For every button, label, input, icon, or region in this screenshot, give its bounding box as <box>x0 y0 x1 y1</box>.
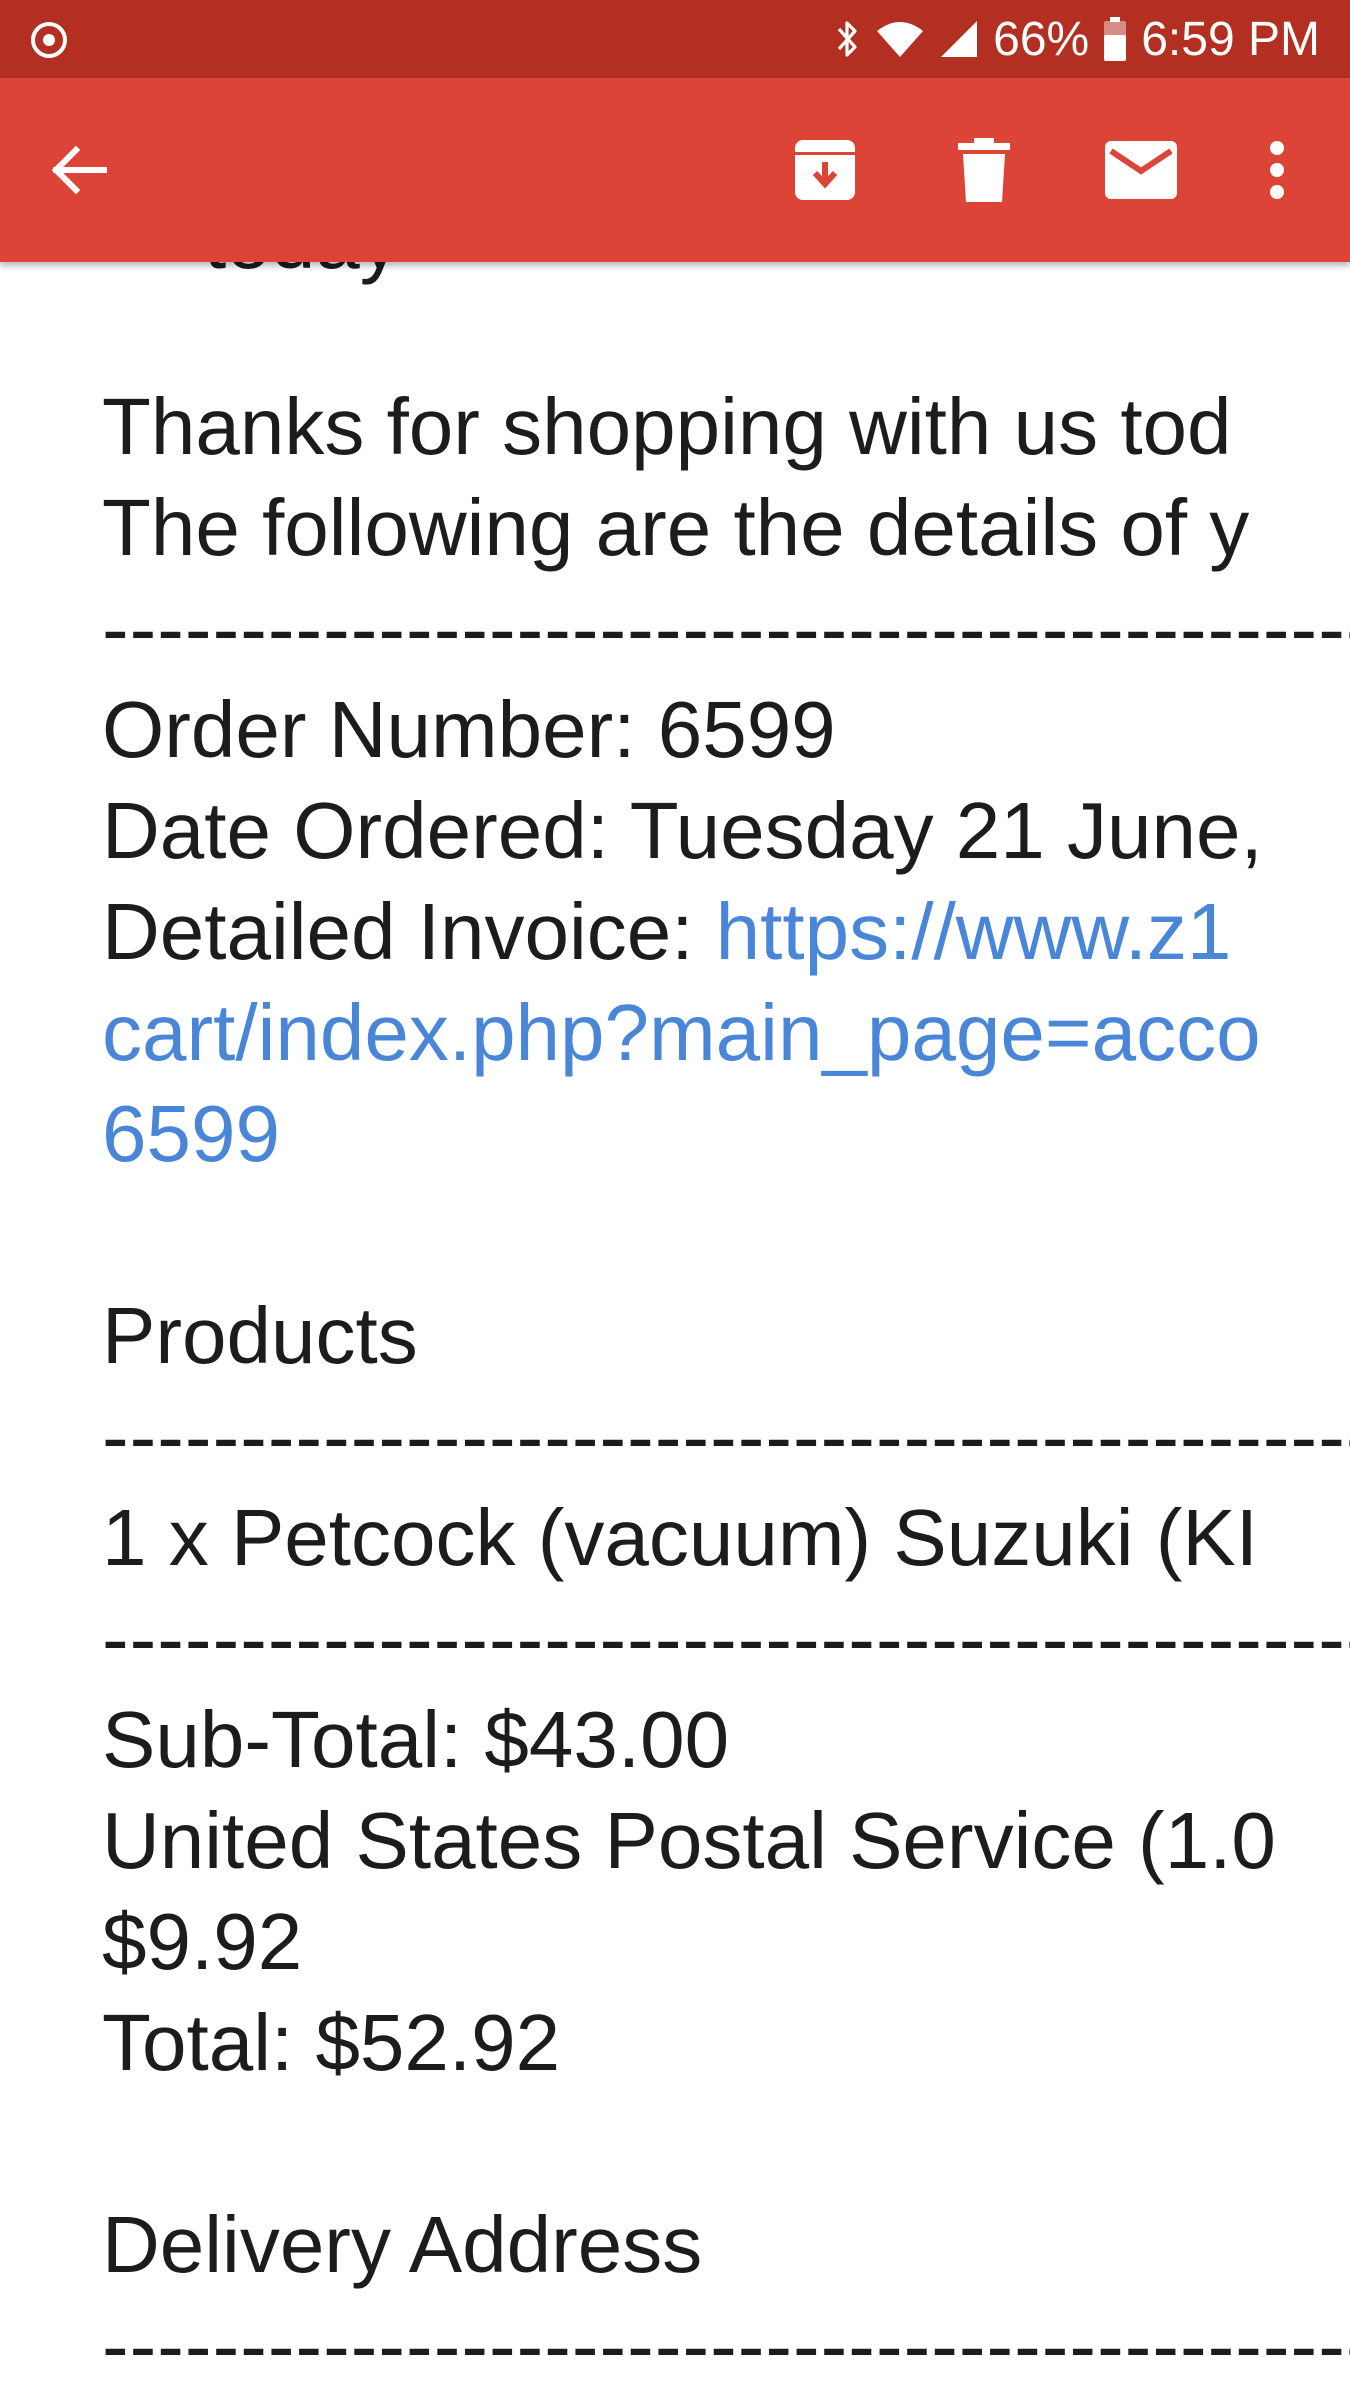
arrow-back-icon <box>51 145 107 195</box>
wifi-icon <box>877 22 924 57</box>
archive-button[interactable] <box>771 116 879 224</box>
product-line-item: 1 x Petcock (vacuum) Suzuki (KI <box>102 1493 1258 1582</box>
products-heading: Products <box>102 1291 418 1380</box>
separator: ----------------------------------------… <box>102 1594 1350 1683</box>
subtotal: Sub-Total: $43.00 <box>102 1695 730 1784</box>
status-time: 6:59 PM <box>1141 12 1320 66</box>
cellular-signal-icon <box>941 21 978 57</box>
archive-icon <box>795 140 855 200</box>
mail-icon <box>1105 141 1177 199</box>
email-body-viewport[interactable]: today Thanks for shopping with us tod Th… <box>0 262 1350 2400</box>
shipping-cost: $9.92 <box>102 1897 303 1986</box>
more-options-button[interactable] <box>1223 116 1331 224</box>
separator: ----------------------------------------… <box>102 1392 1350 1481</box>
mark-unread-button[interactable] <box>1087 116 1195 224</box>
battery-percentage: 66% <box>993 12 1090 66</box>
greeting-line-2: The following are the details of y <box>102 483 1250 572</box>
delete-button[interactable] <box>930 116 1038 224</box>
separator: ----------------------------------------… <box>102 584 1350 673</box>
email-body: today Thanks for shopping with us tod Th… <box>102 262 1350 2396</box>
bluetooth-icon <box>837 21 857 57</box>
order-total: Total: $52.92 <box>102 1998 561 2087</box>
order-number: Order Number: 6599 <box>102 685 836 774</box>
invoice-link-part-3[interactable]: 6599 <box>102 1083 1350 1184</box>
invoice-link-part-2[interactable]: cart/index.php?main_page=acco <box>102 982 1350 1083</box>
date-ordered: Date Ordered: Tuesday 21 June, <box>102 786 1263 875</box>
back-button[interactable] <box>24 116 132 224</box>
cut-off-text: today <box>204 262 400 291</box>
status-indicators: 66% 6:59 PM <box>835 0 1320 78</box>
invoice-link-part-1[interactable]: https://www.z1 <box>716 887 1232 976</box>
trash-icon <box>958 138 1010 202</box>
app-toolbar <box>0 78 1350 262</box>
more-vert-icon <box>1270 141 1284 199</box>
separator: ----------------------------------------… <box>102 2301 1350 2390</box>
invoice-label: Detailed Invoice: <box>102 887 716 976</box>
battery-icon <box>1104 17 1127 61</box>
invoice-row: Detailed Invoice: https://www.z1 <box>102 881 1350 982</box>
shipping-method: United States Postal Service (1.0 <box>102 1796 1276 1885</box>
delivery-address-heading: Delivery Address <box>102 2200 703 2289</box>
status-bar: 66% 6:59 PM <box>0 0 1350 78</box>
greeting-line-1: Thanks for shopping with us tod <box>102 382 1232 471</box>
notification-target-icon <box>31 22 67 58</box>
